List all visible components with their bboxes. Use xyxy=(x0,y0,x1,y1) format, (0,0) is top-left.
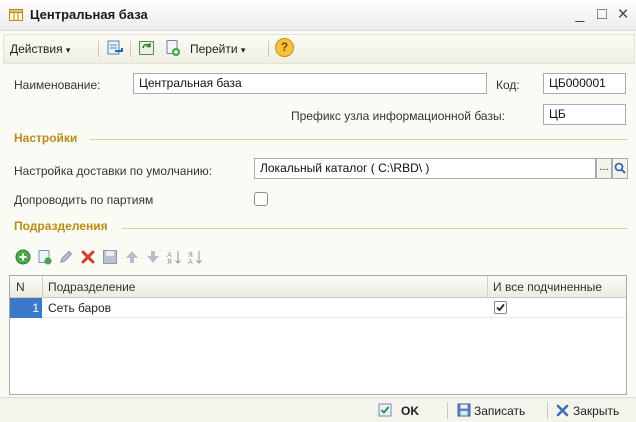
sort-descending-icon[interactable]: Я A xyxy=(187,249,203,265)
table-row[interactable]: 1 Сеть баров xyxy=(10,298,626,318)
column-number-header[interactable]: N xyxy=(10,276,25,298)
goto-menu[interactable]: Перейти ▾ xyxy=(190,38,245,60)
catalog-icon xyxy=(9,9,23,21)
goto-dropdown-arrow-icon: ▾ xyxy=(240,45,246,55)
division-cell[interactable]: Сеть баров xyxy=(42,298,111,318)
save-button[interactable]: Записать xyxy=(457,401,525,421)
goto-label: Перейти xyxy=(190,42,238,56)
select-button[interactable]: ... xyxy=(596,158,612,179)
actions-dropdown-arrow-icon: ▾ xyxy=(65,45,71,55)
minimize-button[interactable]: _ xyxy=(571,4,589,26)
sort-ascending-icon[interactable]: A Я xyxy=(166,249,182,265)
delete-icon[interactable] xyxy=(80,249,96,265)
toolbar: Действия ▾ Перейти ▾ ? xyxy=(3,34,635,64)
name-label: Наименование: xyxy=(14,78,101,92)
move-down-icon[interactable] xyxy=(145,249,161,265)
batch-checkbox[interactable] xyxy=(254,192,268,206)
toolbar-divider xyxy=(268,41,269,57)
column-division-header[interactable]: Подразделение xyxy=(42,276,135,298)
close-x-icon xyxy=(556,404,569,417)
copy-document-icon[interactable] xyxy=(164,39,182,57)
table-header: N Подразделение И все подчиненные xyxy=(10,276,626,298)
actions-menu[interactable]: Действия ▾ xyxy=(10,38,70,60)
toolbar-divider xyxy=(98,41,99,57)
actions-label: Действия xyxy=(10,42,63,56)
title-bar: Центральная база _ □ × xyxy=(0,0,636,31)
maximize-button[interactable]: □ xyxy=(593,4,611,26)
ok-label: OK xyxy=(401,404,419,418)
divisions-table[interactable]: N Подразделение И все подчиненные 1 Сеть… xyxy=(9,275,627,395)
ok-doc-icon xyxy=(378,403,392,417)
open-button[interactable] xyxy=(612,158,628,179)
close-label: Закрыть xyxy=(573,404,620,418)
form-window: Центральная база _ □ × Действия ▾ Перейт… xyxy=(0,0,636,422)
save-label: Записать xyxy=(474,404,526,418)
batch-label: Допроводить по партиям xyxy=(14,193,154,207)
divisions-heading: Подразделения xyxy=(14,219,108,233)
code-field[interactable]: ЦБ000001 xyxy=(543,73,626,94)
end-edit-icon[interactable] xyxy=(102,249,118,265)
column-all-sub-header[interactable]: И все подчиненные xyxy=(487,276,602,298)
footer-divider xyxy=(547,402,548,419)
delivery-field[interactable]: Локальный каталог ( C:\RBD\ ) xyxy=(254,158,596,179)
svg-text:A: A xyxy=(188,258,193,265)
settings-heading: Настройки xyxy=(14,131,78,145)
delivery-label: Настройка доставки по умолчанию: xyxy=(14,164,213,178)
prefix-field[interactable]: ЦБ xyxy=(543,104,626,125)
row-number: 1 xyxy=(10,298,42,318)
footer-divider xyxy=(447,402,448,419)
copy-row-icon[interactable] xyxy=(37,249,53,265)
svg-text:Я: Я xyxy=(167,258,172,265)
save-disk-icon xyxy=(457,403,471,417)
toolbar-divider xyxy=(130,41,131,57)
refresh-icon[interactable] xyxy=(138,39,156,57)
footer-bar: OK Записать Закрыть xyxy=(0,397,636,422)
post-and-close-icon[interactable] xyxy=(106,39,124,57)
settings-divider xyxy=(90,139,627,140)
ok-button[interactable]: OK xyxy=(378,401,419,421)
close-window-button[interactable]: × xyxy=(614,4,632,26)
divisions-divider xyxy=(122,228,627,229)
close-button[interactable]: Закрыть xyxy=(556,401,619,421)
move-up-icon[interactable] xyxy=(124,249,140,265)
magnifier-icon xyxy=(614,162,626,174)
window-title: Центральная база xyxy=(30,7,148,22)
code-label: Код: xyxy=(496,78,520,92)
help-icon[interactable]: ? xyxy=(275,38,294,57)
checkmark-icon xyxy=(496,303,505,312)
all-sub-checkbox[interactable] xyxy=(494,301,507,314)
prefix-label: Префикс узла информационной базы: xyxy=(291,109,505,123)
add-row-icon[interactable] xyxy=(15,249,31,265)
edit-pencil-icon[interactable] xyxy=(58,249,74,265)
name-field[interactable]: Центральная база xyxy=(133,73,487,94)
